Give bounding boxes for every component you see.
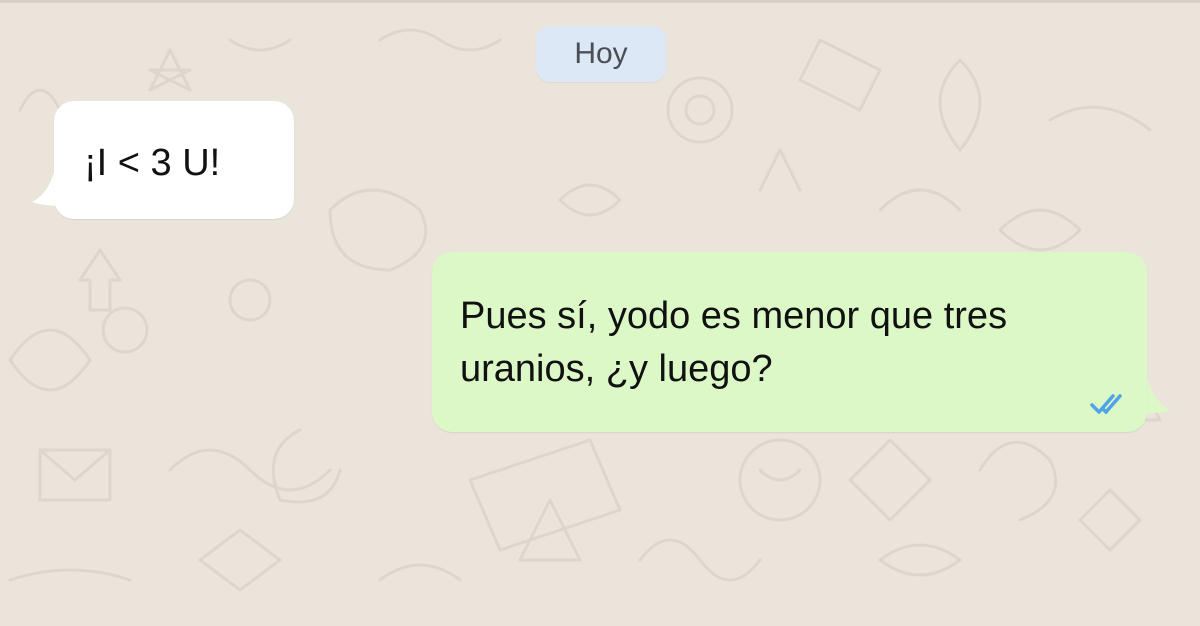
outgoing-message-text: Pues sí, yodo es menor que tres uranios,… xyxy=(460,295,1008,390)
incoming-message-bubble[interactable]: ¡I < 3 U! xyxy=(54,101,294,219)
chat-area: Hoy ¡I < 3 U! Pues sí, yodo es menor que… xyxy=(0,0,1200,626)
outgoing-message-bubble[interactable]: Pues sí, yodo es menor que tres uranios,… xyxy=(432,252,1147,432)
incoming-message-text: ¡I < 3 U! xyxy=(84,142,221,184)
date-chip-label: Hoy xyxy=(574,37,628,70)
double-check-icon xyxy=(1090,394,1122,414)
date-chip: Hoy xyxy=(536,26,666,82)
